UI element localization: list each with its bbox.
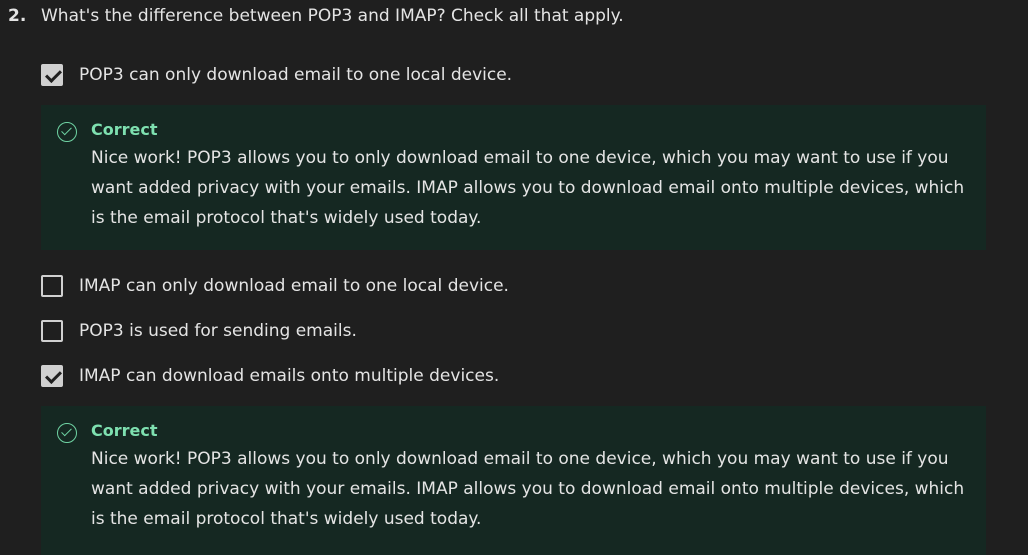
checkbox-checked[interactable] bbox=[41, 64, 63, 86]
feedback-body: Nice work! POP3 allows you to only downl… bbox=[91, 148, 965, 228]
checkbox-checked[interactable] bbox=[41, 365, 63, 387]
quiz-question: 2. What's the difference between POP3 an… bbox=[0, 0, 1028, 555]
feedback-title: Correct bbox=[91, 120, 158, 139]
option-pop3-sending[interactable]: POP3 is used for sending emails. bbox=[41, 319, 357, 343]
feedback-correct: Correct Nice work! POP3 allows you to on… bbox=[41, 406, 986, 555]
option-imap-multiple-devices[interactable]: IMAP can download emails onto multiple d… bbox=[41, 364, 499, 388]
option-label: IMAP can download emails onto multiple d… bbox=[79, 366, 500, 386]
feedback-correct: Correct Nice work! POP3 allows you to on… bbox=[41, 105, 986, 250]
option-label: IMAP can only download email to one loca… bbox=[79, 276, 509, 296]
option-pop3-one-device[interactable]: POP3 can only download email to one loca… bbox=[41, 63, 512, 87]
checkbox-unchecked[interactable] bbox=[41, 320, 63, 342]
option-imap-one-device[interactable]: IMAP can only download email to one loca… bbox=[41, 274, 509, 298]
feedback-title: Correct bbox=[91, 421, 158, 440]
question-number: 2. bbox=[8, 6, 27, 26]
checkbox-unchecked[interactable] bbox=[41, 275, 63, 297]
feedback-body: Nice work! POP3 allows you to only downl… bbox=[91, 449, 965, 529]
question-text: What's the difference between POP3 and I… bbox=[41, 6, 624, 26]
option-label: POP3 can only download email to one loca… bbox=[79, 65, 513, 85]
option-label: POP3 is used for sending emails. bbox=[79, 321, 357, 341]
check-circle-icon bbox=[57, 122, 77, 142]
check-circle-icon bbox=[57, 423, 77, 443]
